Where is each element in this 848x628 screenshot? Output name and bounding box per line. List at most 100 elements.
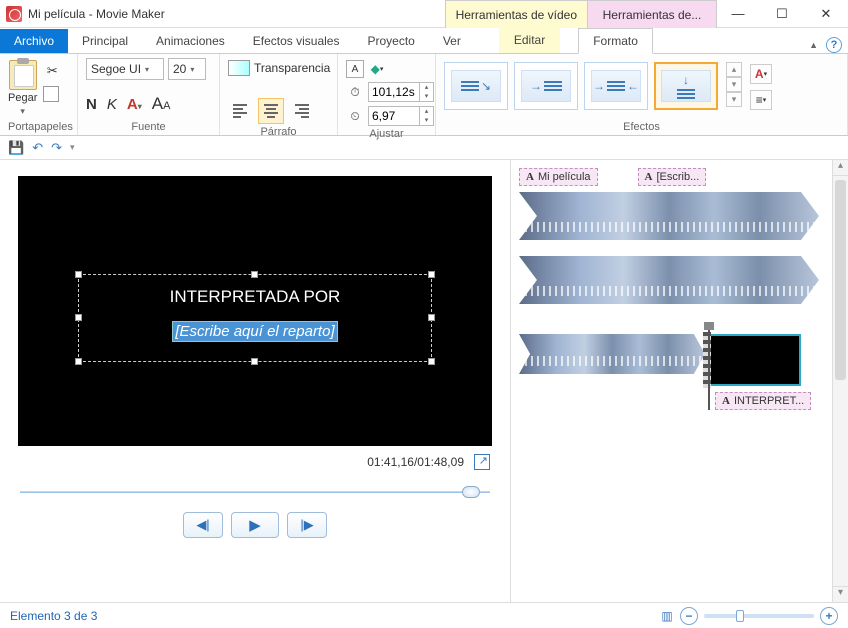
- qat-customize-icon[interactable]: ▾: [70, 142, 75, 153]
- help-icon[interactable]: ?: [826, 37, 842, 53]
- timeline-clip[interactable]: [519, 192, 819, 240]
- scroll-up-icon[interactable]: ▴: [833, 160, 848, 176]
- tab-principal[interactable]: Principal: [68, 29, 142, 53]
- context-tab-text-tools[interactable]: Herramientas de...: [587, 0, 717, 28]
- tab-efectos-visuales[interactable]: Efectos visuales: [239, 29, 354, 53]
- view-mode-icon[interactable]: ▥: [658, 608, 676, 624]
- gallery-more-icon[interactable]: ▾: [726, 92, 742, 107]
- outline-color-button[interactable]: A▾: [750, 64, 772, 84]
- resize-handle[interactable]: [428, 358, 435, 365]
- spin-up-icon[interactable]: ▴: [420, 83, 433, 92]
- fullscreen-icon[interactable]: [474, 454, 490, 470]
- ribbon: Pegar ▾ ✂ Portapapeles Segoe UI▾ 20▾ N K…: [0, 54, 848, 136]
- bold-button[interactable]: N: [86, 96, 97, 113]
- workspace: INTERPRETADA POR [Escribe aquí el repart…: [0, 160, 848, 602]
- previous-frame-button[interactable]: ◀|: [183, 512, 223, 538]
- effect-option-3[interactable]: →←: [584, 62, 648, 110]
- tab-proyecto[interactable]: Proyecto: [353, 29, 428, 53]
- zoom-slider[interactable]: [704, 614, 814, 618]
- vertical-scrollbar[interactable]: ▴ ▾: [832, 160, 848, 602]
- font-name-combo[interactable]: Segoe UI▾: [86, 58, 164, 80]
- paste-dropdown-icon[interactable]: ▾: [20, 106, 25, 117]
- timeline-pane: AMi película A[Escrib... AINTERPRET... ▴…: [510, 160, 848, 602]
- effect-option-2[interactable]: →: [514, 62, 578, 110]
- effects-scroll[interactable]: ▴▾▾: [726, 62, 742, 107]
- resize-handle[interactable]: [75, 358, 82, 365]
- close-button[interactable]: ✕: [804, 0, 848, 28]
- caption-label-movie[interactable]: AMi película: [519, 168, 598, 186]
- scroll-thumb[interactable]: [835, 180, 846, 380]
- resize-handle[interactable]: [75, 314, 82, 321]
- group-adjust-label: Ajustar: [346, 126, 427, 140]
- shrink-font-button[interactable]: A: [163, 100, 170, 112]
- align-left-button[interactable]: [228, 98, 254, 124]
- next-frame-button[interactable]: |▶: [287, 512, 327, 538]
- minimize-button[interactable]: —: [716, 0, 760, 28]
- spin-up-icon[interactable]: ▴: [420, 107, 433, 116]
- spin-down-icon[interactable]: ▾: [420, 92, 433, 101]
- maximize-button[interactable]: ☐: [760, 0, 804, 28]
- resize-handle[interactable]: [428, 314, 435, 321]
- start-time-input[interactable]: [369, 83, 419, 101]
- cut-button[interactable]: ✂: [43, 62, 61, 80]
- spin-down-icon[interactable]: ▾: [420, 116, 433, 125]
- tab-archivo[interactable]: Archivo: [0, 29, 68, 53]
- seek-bar[interactable]: [20, 484, 490, 500]
- resize-handle[interactable]: [251, 358, 258, 365]
- edit-text-icon[interactable]: A: [346, 60, 364, 78]
- zoom-out-button[interactable]: −: [680, 607, 698, 625]
- zoom-in-button[interactable]: +: [820, 607, 838, 625]
- timeline-clip-selected[interactable]: [709, 334, 801, 386]
- duration-input[interactable]: [369, 107, 419, 125]
- outline-style-button[interactable]: ≡▾: [750, 90, 772, 110]
- effect-option-1[interactable]: ↘: [444, 62, 508, 110]
- scroll-down-icon[interactable]: ▾: [726, 77, 742, 92]
- save-icon[interactable]: 💾: [8, 140, 24, 156]
- effect-option-4-selected[interactable]: ↓: [654, 62, 718, 110]
- duration-icon: ⏲: [346, 107, 364, 125]
- tab-ver[interactable]: Ver: [429, 29, 475, 53]
- scroll-down-icon[interactable]: ▾: [833, 586, 848, 602]
- undo-icon[interactable]: ↶: [32, 140, 43, 156]
- ribbon-minimize-icon[interactable]: ▲: [809, 40, 818, 50]
- title-line[interactable]: INTERPRETADA POR: [79, 287, 431, 307]
- copy-button[interactable]: [43, 86, 61, 104]
- start-time-spinner[interactable]: ▴▾: [368, 82, 434, 102]
- context-tab-video-tools[interactable]: Herramientas de vídeo: [445, 0, 588, 28]
- editable-placeholder[interactable]: [Escribe aquí el reparto]: [172, 321, 337, 342]
- playhead[interactable]: [708, 328, 710, 410]
- seek-thumb[interactable]: [462, 486, 480, 498]
- resize-handle[interactable]: [75, 271, 82, 278]
- caption-label-interpret[interactable]: AINTERPRET...: [715, 392, 811, 410]
- play-button[interactable]: ▶: [231, 512, 279, 538]
- scroll-up-icon[interactable]: ▴: [726, 62, 742, 77]
- app-icon: [6, 6, 22, 22]
- resize-handle[interactable]: [251, 271, 258, 278]
- redo-icon[interactable]: ↷: [51, 140, 62, 156]
- transparency-icon: [228, 60, 250, 76]
- time-display: 01:41,16/01:48,09: [367, 455, 464, 469]
- align-center-button[interactable]: [258, 98, 284, 124]
- text-edit-box[interactable]: INTERPRETADA POR [Escribe aquí el repart…: [78, 274, 432, 362]
- tab-editar[interactable]: Editar: [499, 27, 560, 53]
- paste-button[interactable]: Pegar: [8, 92, 37, 104]
- timeline-clip[interactable]: [519, 256, 819, 304]
- preview-pane: INTERPRETADA POR [Escribe aquí el repart…: [0, 160, 510, 602]
- resize-handle[interactable]: [428, 271, 435, 278]
- background-color-icon[interactable]: ◆▾: [368, 60, 386, 78]
- preview-canvas[interactable]: INTERPRETADA POR [Escribe aquí el repart…: [18, 176, 492, 446]
- align-right-button[interactable]: [288, 98, 314, 124]
- caption-label-write[interactable]: A[Escrib...: [638, 168, 707, 186]
- font-color-button[interactable]: A▾: [127, 96, 142, 113]
- italic-button[interactable]: K: [107, 96, 117, 113]
- group-paragraph-label: Párrafo: [228, 124, 329, 138]
- duration-spinner[interactable]: ▴▾: [368, 106, 434, 126]
- grow-font-button[interactable]: A: [152, 94, 163, 114]
- transparency-button[interactable]: Transparencia: [254, 61, 330, 75]
- tab-formato[interactable]: Formato: [578, 28, 653, 54]
- font-size-combo[interactable]: 20▾: [168, 58, 206, 80]
- zoom-thumb[interactable]: [736, 610, 744, 622]
- title-bar: Mi película - Movie Maker Herramientas d…: [0, 0, 848, 28]
- timeline-clip[interactable]: [519, 334, 705, 374]
- tab-animaciones[interactable]: Animaciones: [142, 29, 239, 53]
